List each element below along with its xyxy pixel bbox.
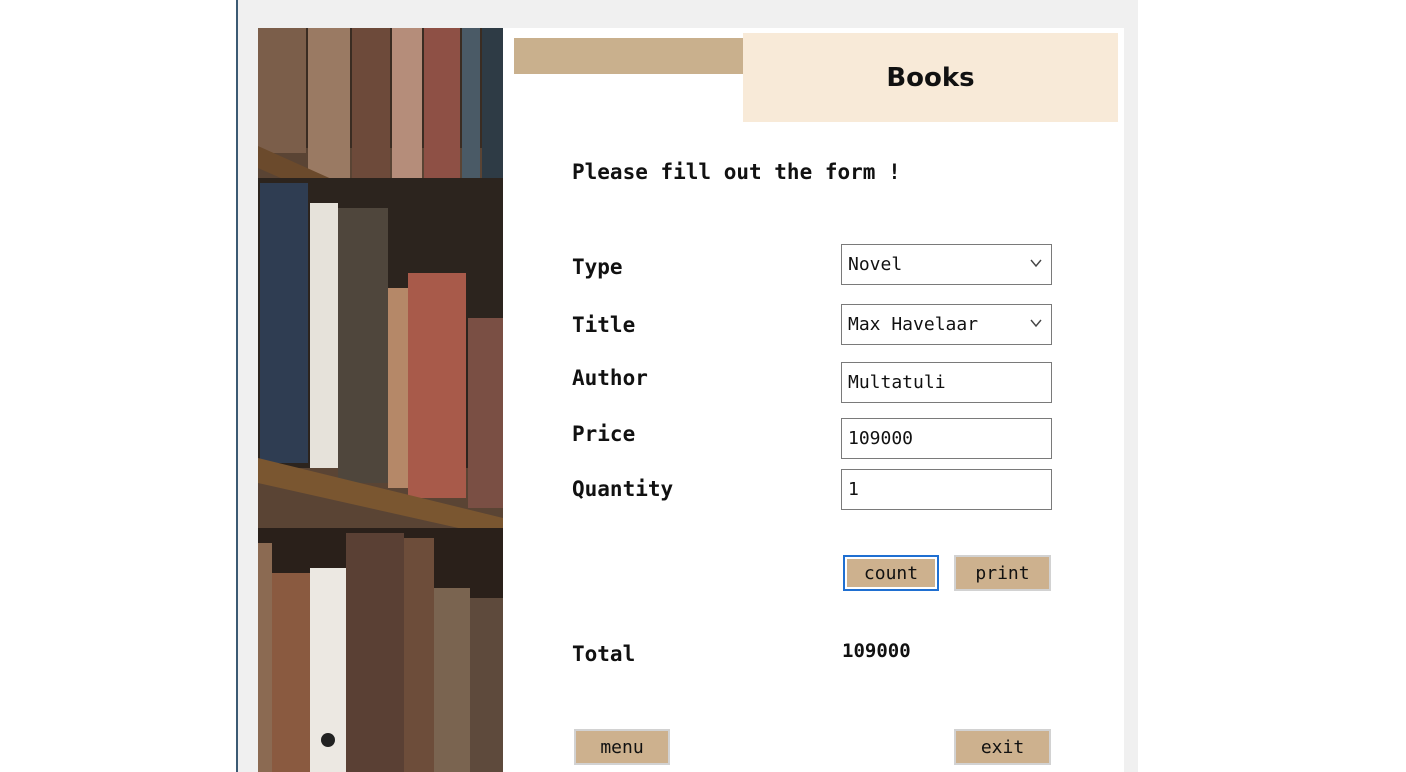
header-title-box: Books <box>743 33 1118 122</box>
title-label: Title <box>572 313 636 337</box>
header-accent-strip <box>514 38 746 74</box>
exit-button[interactable]: exit <box>954 729 1051 765</box>
quantity-field[interactable]: 1 <box>841 469 1052 510</box>
price-label: Price <box>572 422 636 446</box>
price-field[interactable]: 109000 <box>841 418 1052 459</box>
print-button[interactable]: print <box>954 555 1051 591</box>
chevron-down-icon <box>1030 259 1042 268</box>
page-title: Books <box>886 62 975 93</box>
quantity-label: Quantity <box>572 477 674 501</box>
author-field[interactable]: Multatuli <box>841 362 1052 403</box>
total-label: Total <box>572 642 636 666</box>
count-button[interactable]: count <box>843 555 939 591</box>
form-instruction: Please fill out the form ! <box>572 160 901 184</box>
type-label: Type <box>572 255 623 279</box>
type-select[interactable]: Novel <box>841 244 1052 285</box>
bookshelf-image <box>258 28 503 772</box>
chevron-down-icon <box>1030 319 1042 328</box>
type-select-value: Novel <box>848 254 903 275</box>
title-select-value: Max Havelaar <box>848 314 979 335</box>
menu-button[interactable]: menu <box>574 729 670 765</box>
title-select[interactable]: Max Havelaar <box>841 304 1052 345</box>
price-field-value: 109000 <box>848 428 914 449</box>
author-field-value: Multatuli <box>848 372 946 393</box>
author-label: Author <box>572 366 648 390</box>
total-value: 109000 <box>842 640 911 662</box>
quantity-field-value: 1 <box>848 479 859 500</box>
